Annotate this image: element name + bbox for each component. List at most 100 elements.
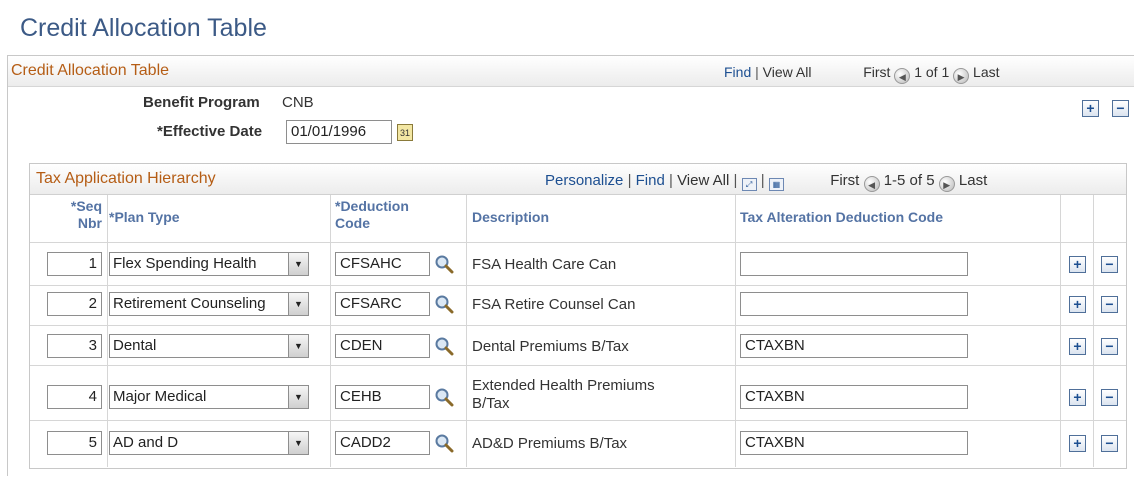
column-divider bbox=[466, 195, 467, 467]
add-row-plus-icon[interactable]: + bbox=[1069, 296, 1086, 313]
add-row-plus-icon[interactable]: + bbox=[1069, 256, 1086, 273]
search-icon[interactable] bbox=[434, 294, 454, 314]
tax-application-hierarchy-grid: Tax Application Hierarchy Personalize | … bbox=[29, 163, 1127, 469]
deduction-code-input[interactable]: CFSAHC bbox=[335, 252, 430, 276]
plan-type-select[interactable]: Flex Spending Health ▼ bbox=[109, 252, 309, 276]
deduction-code-input[interactable]: CFSARC bbox=[335, 292, 430, 316]
column-divider bbox=[735, 195, 736, 467]
nav-separator: | bbox=[760, 172, 765, 189]
tax-alteration-input[interactable]: CTAXBN bbox=[740, 431, 968, 455]
effective-date-label: *Effective Date bbox=[157, 123, 263, 140]
search-icon[interactable] bbox=[434, 336, 454, 356]
tax-alteration-input[interactable]: CTAXBN bbox=[740, 334, 968, 358]
prev-arrow-icon[interactable]: ◀ bbox=[894, 68, 911, 84]
description-text: FSA Retire Counsel Can bbox=[472, 296, 636, 313]
chevron-down-icon[interactable]: ▼ bbox=[288, 432, 308, 454]
delete-row-minus-icon[interactable]: − bbox=[1101, 296, 1118, 313]
description-text: Extended Health Premiums B/Tax bbox=[472, 377, 655, 413]
plan-type-select[interactable]: Major Medical ▼ bbox=[109, 385, 309, 409]
next-arrow-icon[interactable]: ▶ bbox=[938, 176, 955, 192]
personalize-link[interactable]: Personalize bbox=[545, 172, 623, 189]
frame-nav: Find | View All First ◀ 1 of 1 ▶ Last bbox=[724, 64, 1000, 84]
column-divider bbox=[1060, 195, 1061, 467]
tax-alteration-input[interactable]: CTAXBN bbox=[740, 385, 968, 409]
plan-type-select[interactable]: Retirement Counseling ▼ bbox=[109, 292, 309, 316]
grid-view-all[interactable]: View All bbox=[677, 172, 729, 189]
benefit-program-value: CNB bbox=[282, 94, 314, 111]
seq-input[interactable]: 5 bbox=[47, 431, 102, 455]
column-divider bbox=[1093, 195, 1094, 467]
description-line2: B/Tax bbox=[472, 395, 510, 412]
deduction-code-input[interactable]: CDEN bbox=[335, 334, 430, 358]
frame-view-all[interactable]: View All bbox=[763, 64, 812, 80]
delete-row-minus-icon[interactable]: − bbox=[1112, 100, 1129, 117]
deduction-header-line2: Code bbox=[335, 215, 370, 231]
seq-input[interactable]: 1 bbox=[47, 252, 102, 276]
seq-input[interactable]: 3 bbox=[47, 334, 102, 358]
seq-input[interactable]: 4 bbox=[47, 385, 102, 409]
delete-row-minus-icon[interactable]: − bbox=[1101, 338, 1118, 355]
plan-type-value: Major Medical bbox=[113, 388, 207, 405]
column-header-tax-alteration: Tax Alteration Deduction Code bbox=[740, 209, 944, 225]
column-divider bbox=[330, 195, 331, 467]
grid-title: Tax Application Hierarchy bbox=[36, 170, 216, 187]
plan-type-value: Flex Spending Health bbox=[113, 255, 257, 272]
search-icon[interactable] bbox=[434, 254, 454, 274]
row-divider bbox=[30, 420, 1126, 421]
chevron-down-icon[interactable]: ▼ bbox=[288, 386, 308, 408]
seq-header-line1: *Seq bbox=[70, 198, 102, 214]
delete-row-minus-icon[interactable]: − bbox=[1101, 435, 1118, 452]
prev-arrow-icon[interactable]: ◀ bbox=[863, 176, 880, 192]
deduction-header-line1: *Deduction bbox=[335, 198, 409, 214]
grid-find-link[interactable]: Find bbox=[636, 172, 665, 189]
grid-header-bar: Tax Application Hierarchy Personalize | … bbox=[30, 164, 1126, 195]
column-header-seq: *Seq Nbr bbox=[30, 196, 102, 244]
add-row-plus-icon[interactable]: + bbox=[1069, 389, 1086, 406]
next-arrow-icon[interactable]: ▶ bbox=[953, 68, 970, 84]
column-header-deduction-code: *Deduction Code bbox=[335, 196, 409, 244]
download-spreadsheet-icon[interactable]: ▦ bbox=[768, 178, 784, 191]
frame-range: 1 of 1 bbox=[914, 64, 950, 80]
search-icon[interactable] bbox=[434, 387, 454, 407]
header-divider bbox=[30, 242, 1126, 243]
plan-type-select[interactable]: AD and D ▼ bbox=[109, 431, 309, 455]
calendar-icon[interactable]: 31 bbox=[397, 124, 413, 141]
description-line1: Extended Health Premiums bbox=[472, 377, 655, 394]
grid-nav: Personalize | Find | View All | ⤢ | ▦ Fi… bbox=[545, 172, 987, 192]
seq-header-line2: Nbr bbox=[77, 215, 102, 231]
add-row-plus-icon[interactable]: + bbox=[1082, 100, 1099, 117]
nav-separator: | bbox=[733, 172, 738, 189]
description-text: FSA Health Care Can bbox=[472, 256, 617, 273]
description-text: Dental Premiums B/Tax bbox=[472, 338, 629, 355]
plan-type-value: Retirement Counseling bbox=[113, 295, 266, 312]
add-row-plus-icon[interactable]: + bbox=[1069, 338, 1086, 355]
add-row-plus-icon[interactable]: + bbox=[1069, 435, 1086, 452]
column-header-description: Description bbox=[472, 209, 550, 225]
deduction-code-input[interactable]: CEHB bbox=[335, 385, 430, 409]
nav-separator: | bbox=[627, 172, 632, 189]
nav-separator: | bbox=[755, 64, 759, 80]
deduction-code-input[interactable]: CADD2 bbox=[335, 431, 430, 455]
frame-title: Credit Allocation Table bbox=[11, 62, 170, 79]
effective-date-input[interactable]: 01/01/1996 bbox=[286, 120, 392, 144]
grid-first-label: First bbox=[830, 172, 860, 189]
chevron-down-icon[interactable]: ▼ bbox=[288, 335, 308, 357]
frame-header-bar: Credit Allocation Table Find | View All … bbox=[8, 56, 1134, 87]
plan-type-value: AD and D bbox=[113, 434, 179, 451]
plan-type-select[interactable]: Dental ▼ bbox=[109, 334, 309, 358]
seq-input[interactable]: 2 bbox=[47, 292, 102, 316]
tax-alteration-input[interactable] bbox=[740, 252, 968, 276]
chevron-down-icon[interactable]: ▼ bbox=[288, 293, 308, 315]
grid-last-label: Last bbox=[958, 172, 988, 189]
row-divider bbox=[30, 325, 1126, 326]
chevron-down-icon[interactable]: ▼ bbox=[288, 253, 308, 275]
column-divider bbox=[107, 195, 108, 467]
frame-find-link[interactable]: Find bbox=[724, 64, 751, 80]
search-icon[interactable] bbox=[434, 433, 454, 453]
zoom-grid-icon[interactable]: ⤢ bbox=[741, 178, 757, 191]
grid-range: 1-5 of 5 bbox=[883, 172, 935, 189]
delete-row-minus-icon[interactable]: − bbox=[1101, 389, 1118, 406]
tax-alteration-input[interactable] bbox=[740, 292, 968, 316]
delete-row-minus-icon[interactable]: − bbox=[1101, 256, 1118, 273]
column-header-plan-type: *Plan Type bbox=[109, 209, 180, 225]
